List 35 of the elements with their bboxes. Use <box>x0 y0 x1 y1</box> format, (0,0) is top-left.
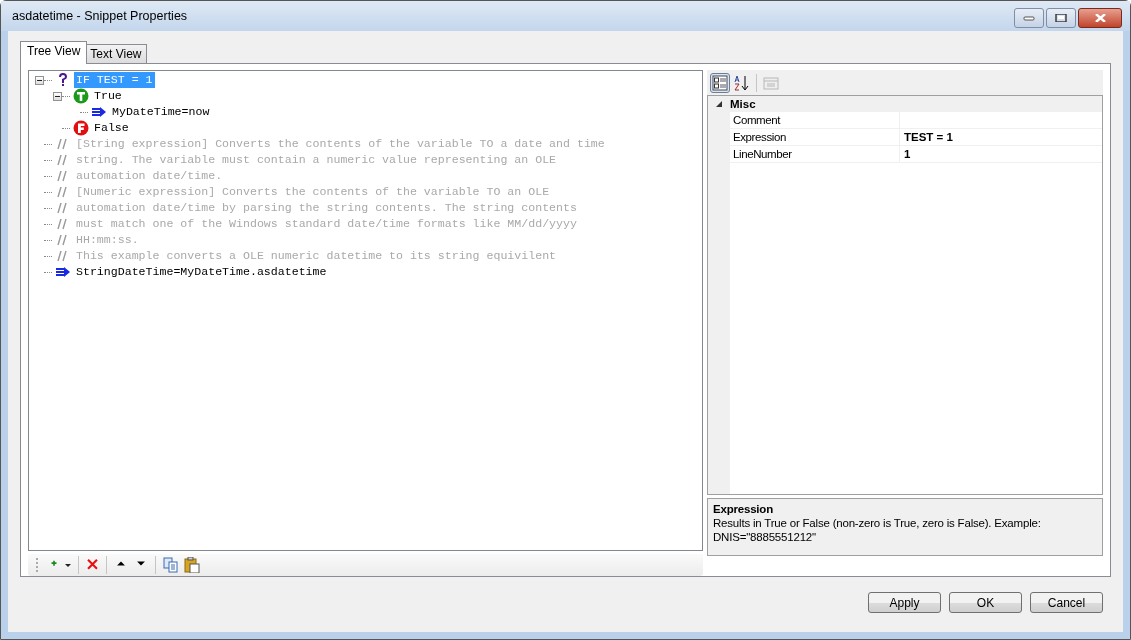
paste-icon[interactable] <box>184 557 200 574</box>
double-arrow-icon <box>55 267 71 277</box>
tree-item[interactable]: MyDateTime=now <box>110 104 212 120</box>
tab[interactable]: Tree View <box>20 41 88 64</box>
property-name[interactable]: LineNumber <box>730 146 900 162</box>
maximize-button[interactable] <box>1046 8 1076 28</box>
false-badge-icon <box>73 120 89 136</box>
maximize-icon[interactable] <box>1054 14 1068 22</box>
dialog-button[interactable]: Apply <box>868 592 941 613</box>
true-badge-icon <box>73 88 89 104</box>
description-text: Results in True or False (non-zero is True, zero is False). Example: DNIS="8885551212" <box>713 517 1041 543</box>
copy-icon[interactable] <box>163 557 178 574</box>
description-title: Expression <box>713 502 774 516</box>
property-name[interactable]: Comment <box>730 112 900 128</box>
close-icon[interactable] <box>1093 14 1107 22</box>
categorized-view-button[interactable] <box>710 72 730 93</box>
expander-icon[interactable] <box>53 91 62 101</box>
property-name[interactable]: Expression <box>730 129 900 145</box>
double-arrow-icon <box>91 107 107 117</box>
tree-item[interactable]: True <box>92 88 124 104</box>
dialog-button[interactable]: OK <box>949 592 1022 613</box>
caret-icon[interactable] <box>65 563 71 567</box>
property-value[interactable]: 1 <box>900 148 911 160</box>
category-label: Misc <box>730 98 756 110</box>
delete-icon[interactable] <box>86 558 99 572</box>
tab[interactable]: Text View <box>86 44 147 63</box>
minimize-button[interactable] <box>1014 8 1044 28</box>
property-value[interactable]: TEST = 1 <box>900 131 953 143</box>
tree-item[interactable]: StringDateTime=MyDateTime.asdatetime <box>74 264 329 280</box>
dialog-button[interactable]: Cancel <box>1030 592 1103 613</box>
window-title: asdatetime - Snippet Properties <box>12 9 189 23</box>
expander-icon[interactable] <box>35 75 44 85</box>
close-button[interactable] <box>1078 8 1122 28</box>
minimize-icon[interactable] <box>1022 14 1036 22</box>
tree-item[interactable]: False <box>92 120 131 136</box>
